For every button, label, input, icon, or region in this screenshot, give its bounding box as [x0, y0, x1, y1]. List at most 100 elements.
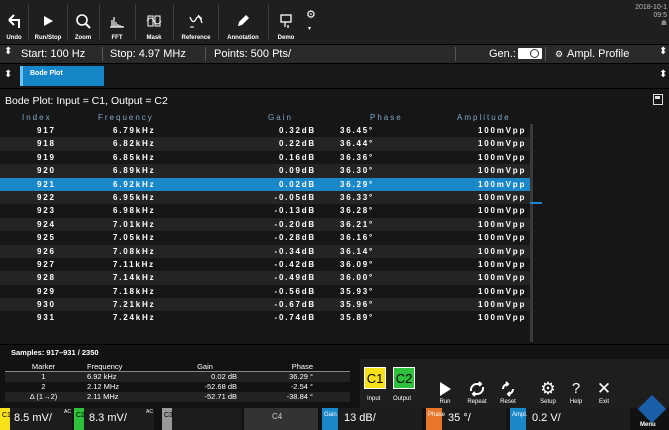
table-row[interactable]: 922 6.95kHz -0.05dB 36.33° 100mVpp	[0, 190, 530, 205]
table-scrollbar[interactable]	[530, 124, 533, 342]
bode-settings-bar: ⬍ Start: 100 Hz Stop: 4.97 MHz Points: 5…	[0, 45, 669, 63]
marker-marker: 2	[41, 382, 46, 391]
annotation-button[interactable]: Annotation	[219, 0, 267, 44]
marker-row: Δ (1→2) 2.11 MHz -52.71 dB -38.84 °	[5, 392, 350, 402]
marker-row: 2 2.12 MHz -52.68 dB -2.54 °	[5, 382, 350, 392]
save-icon[interactable]	[653, 94, 663, 105]
marker-marker: Δ (1→2)	[29, 392, 58, 401]
fft-button[interactable]: FFT	[100, 0, 134, 44]
cell-amplitude: 100mVpp	[478, 233, 527, 243]
table-row[interactable]: 931 7.24kHz -0.74dB 35.89° 100mVpp	[0, 311, 530, 324]
run-stop-button[interactable]: Run/Stop	[29, 0, 67, 44]
table-row[interactable]: 921 6.92kHz 0.02dB 36.29° 100mVpp	[0, 177, 530, 191]
marker-phase: -2.54 °	[290, 382, 313, 391]
reset-button[interactable]: Reset	[495, 370, 521, 408]
table-row[interactable]: 927 7.11kHz -0.42dB 36.09° 100mVpp	[0, 258, 530, 271]
marker-row: 1 6.92 kHz 0.02 dB 36.29 °	[5, 372, 350, 382]
table-row[interactable]: 920 6.89kHz 0.09dB 36.30° 100mVpp	[0, 164, 530, 178]
tab-scroll-icon[interactable]: ⬍	[4, 69, 12, 80]
channel-c1[interactable]: C1 8.5 mV/ AC	[0, 408, 72, 430]
setup-button[interactable]: ⚙ Setup	[536, 370, 560, 408]
channel-ampl[interactable]: Ampl. 0.2 V/	[510, 408, 630, 430]
reference-button[interactable]: Reference	[174, 0, 218, 44]
repeat-button[interactable]: Repeat	[462, 370, 492, 408]
tab-bode-plot[interactable]: Bode Plot	[20, 66, 104, 86]
marker-table-header: Marker Frequency Gain Phase	[5, 362, 350, 372]
cell-phase: 35.89°	[340, 313, 375, 323]
cell-phase: 36.45°	[340, 126, 375, 135]
cell-amplitude: 100mVpp	[478, 300, 527, 310]
input-c1-button[interactable]: C1	[364, 367, 386, 389]
table-row[interactable]: 917 6.79kHz 0.32dB 36.45° 100mVpp	[0, 124, 530, 137]
help-button[interactable]: ? Help	[564, 370, 588, 408]
play-icon	[41, 10, 55, 32]
run-button[interactable]: Run	[433, 370, 457, 408]
table-row[interactable]: 919 6.85kHz 0.16dB 36.36° 100mVpp	[0, 151, 530, 164]
cell-amplitude: 100mVpp	[478, 126, 527, 135]
channel-c3[interactable]: C3	[162, 408, 242, 430]
reset-icon	[502, 381, 514, 397]
cell-amplitude: 100mVpp	[478, 219, 527, 229]
menu-button[interactable]: Menu	[636, 394, 669, 430]
cell-phase: 36.14°	[340, 246, 375, 256]
generator-toggle[interactable]	[518, 48, 542, 59]
cell-phase: 36.29°	[340, 179, 375, 189]
channel-phase[interactable]: Phase 35 °/	[426, 408, 506, 430]
demo-button[interactable]: Demo	[269, 0, 303, 44]
scroll-arrows-icon[interactable]: ⬍	[659, 46, 667, 57]
cell-amplitude: 100mVpp	[478, 192, 527, 202]
cell-gain: 0.16dB	[278, 152, 316, 162]
table-row[interactable]: 918 6.82kHz 0.22dB 36.44° 100mVpp	[0, 137, 530, 151]
gear-icon: ⚙	[306, 9, 316, 21]
chevron-down-icon: ▾	[308, 26, 312, 32]
cell-gain: -0.56dB	[274, 286, 316, 296]
table-row[interactable]: 929 7.18kHz -0.56dB 35.93° 100mVpp	[0, 285, 530, 298]
cell-gain: -0.74dB	[274, 313, 316, 323]
channel-gain[interactable]: Gain 13 dB/	[322, 408, 422, 430]
cell-index: 928	[37, 273, 56, 283]
marker-frequency: 2.12 MHz	[87, 382, 120, 391]
cell-gain: 0.22dB	[278, 139, 316, 149]
mask-button[interactable]: Mask	[136, 0, 172, 44]
samples-readout: Samples: 917–931 / 2350	[11, 348, 99, 357]
table-row[interactable]: 928 7.14kHz -0.49dB 36.00° 100mVpp	[0, 271, 530, 285]
network-icon: ☗	[660, 20, 667, 27]
cell-phase: 35.96°	[340, 300, 375, 310]
cell-gain: 0.32dB	[278, 126, 316, 135]
cell-index: 931	[37, 313, 56, 323]
output-c2-button[interactable]: C2	[393, 367, 415, 389]
table-row[interactable]: 926 7.08kHz -0.34dB 36.14° 100mVpp	[0, 244, 530, 258]
exit-button[interactable]: ✕ Exit	[592, 370, 616, 408]
table-row[interactable]: 930 7.21kHz -0.67dB 35.96° 100mVpp	[0, 298, 530, 312]
cell-phase: 36.30°	[340, 166, 375, 176]
toolbar-settings[interactable]: ⚙ ▾	[306, 8, 318, 36]
cell-amplitude: 100mVpp	[478, 259, 527, 269]
channel-c4[interactable]: C4	[244, 408, 318, 430]
stop-frequency[interactable]: Stop: 4.97 MHz	[110, 48, 186, 60]
cell-phase: 36.44°	[340, 139, 375, 149]
ampl-profile-button[interactable]: Ampl. Profile	[567, 48, 629, 60]
panel-scroll-icon[interactable]: ⬍	[659, 69, 667, 80]
cell-gain: -0.34dB	[274, 246, 316, 256]
table-row[interactable]: 925 7.05kHz -0.28dB 36.16° 100mVpp	[0, 231, 530, 244]
start-frequency[interactable]: Start: 100 Hz	[21, 48, 85, 60]
cell-index: 930	[37, 300, 56, 310]
undo-button[interactable]: Undo	[0, 0, 28, 44]
gear-icon: ⚙	[555, 49, 564, 59]
cell-index: 918	[37, 139, 56, 149]
settings-toggle-icon[interactable]: ⬍	[4, 46, 12, 57]
table-header: Index Frequency Gain Phase Amplitude	[22, 113, 511, 122]
cell-amplitude: 100mVpp	[478, 206, 527, 216]
input-label: Input	[367, 396, 381, 402]
cell-amplitude: 100mVpp	[478, 286, 527, 296]
cell-gain: 0.02dB	[278, 179, 316, 189]
channel-c2[interactable]: C2 8.3 mV/ AC	[74, 408, 154, 430]
cell-index: 922	[37, 192, 56, 202]
gear-icon: ⚙	[540, 379, 556, 398]
table-row[interactable]: 923 6.98kHz -0.13dB 36.28° 100mVpp	[0, 204, 530, 217]
table-row[interactable]: 924 7.01kHz -0.20dB 36.21° 100mVpp	[0, 217, 530, 232]
points-setting[interactable]: Points: 500 Pts/	[214, 48, 291, 60]
zoom-button[interactable]: Zoom	[68, 0, 98, 44]
tab-bar: ⬍ Bode Plot ⬍	[0, 64, 669, 88]
zoom-icon	[75, 10, 91, 32]
